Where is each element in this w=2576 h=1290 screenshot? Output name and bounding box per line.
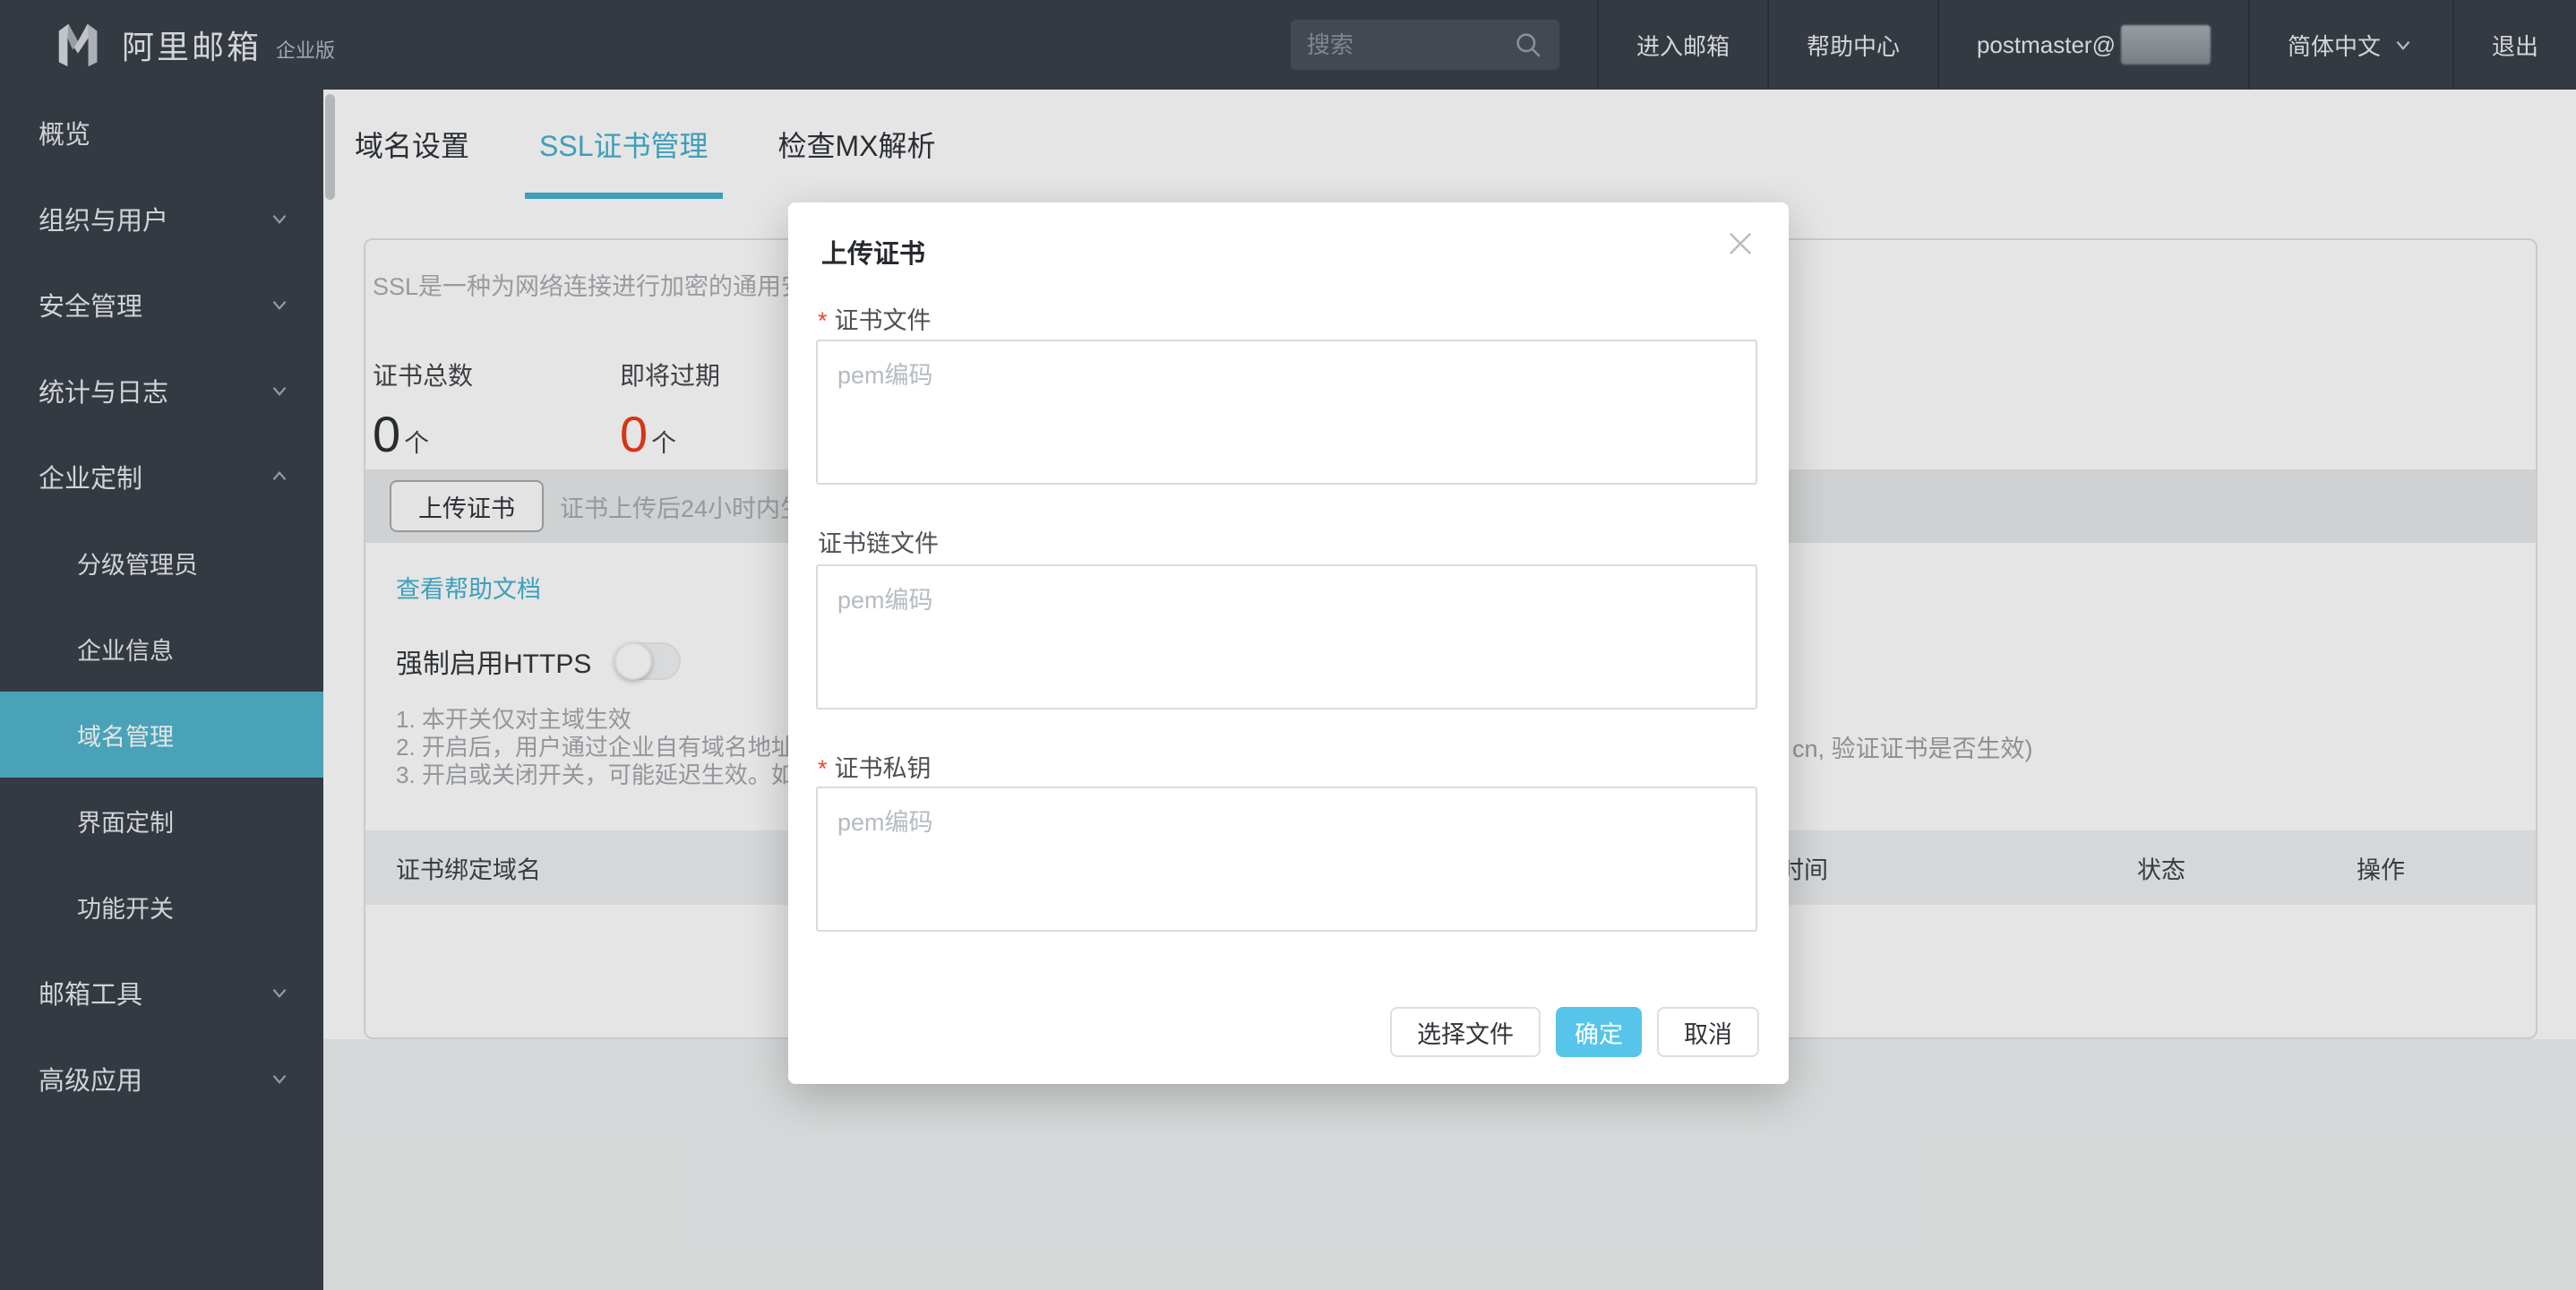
cancel-button[interactable]: 取消 (1657, 1007, 1759, 1057)
cert-chain-textarea[interactable] (816, 564, 1757, 710)
cert-chain-label: 证书链文件 (818, 524, 939, 559)
required-mark: * (818, 307, 828, 334)
field-label-text: 证书私钥 (834, 755, 932, 782)
close-icon[interactable] (1722, 226, 1758, 262)
choose-file-button[interactable]: 选择文件 (1390, 1007, 1541, 1057)
field-label-text: 证书文件 (834, 307, 932, 334)
cert-file-textarea[interactable] (816, 340, 1757, 485)
private-key-label: * 证书私钥 (818, 749, 932, 784)
required-mark: * (818, 755, 828, 782)
dialog-title: 上传证书 (821, 240, 926, 269)
cert-file-label: * 证书文件 (818, 301, 932, 336)
confirm-button[interactable]: 确定 (1556, 1007, 1642, 1057)
private-key-textarea[interactable] (816, 787, 1757, 932)
field-label-text: 证书链文件 (818, 530, 939, 557)
dialog-buttons: 选择文件 确定 取消 (1390, 1007, 1759, 1057)
upload-cert-dialog: 上传证书 *证书文件 证书链文件 *证书私钥 选择文件 确定 取消 (788, 202, 1789, 1084)
